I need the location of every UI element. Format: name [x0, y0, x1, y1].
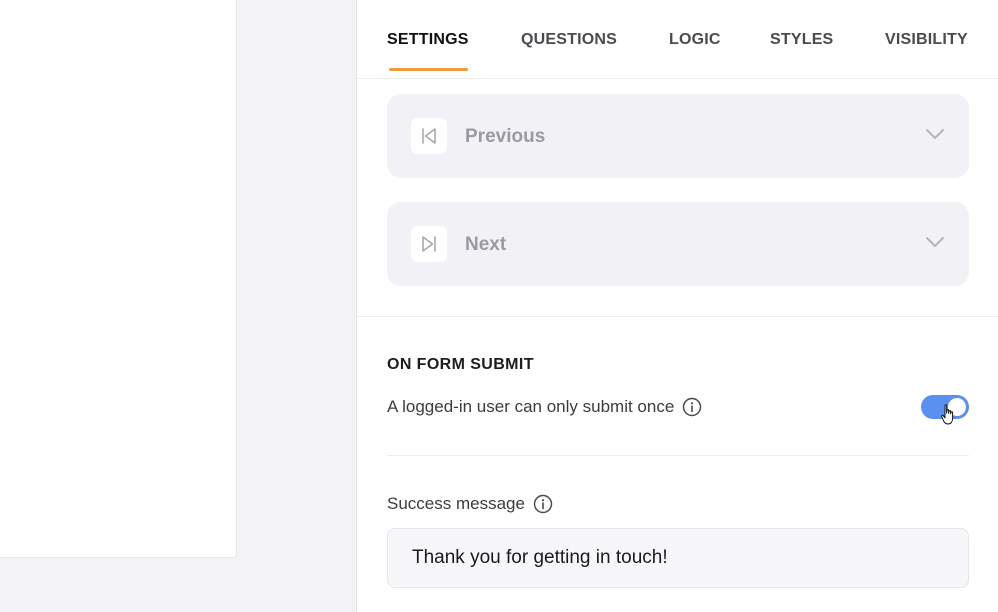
info-icon[interactable]: [533, 494, 553, 514]
chevron-down-icon[interactable]: [925, 127, 945, 146]
form-preview-card: [0, 0, 237, 558]
tab-visibility[interactable]: VISIBILITY: [885, 31, 968, 49]
previous-label: Previous: [465, 126, 546, 147]
active-tab-indicator: [389, 68, 468, 71]
info-icon[interactable]: [682, 397, 702, 417]
success-message-input[interactable]: [387, 528, 969, 588]
tab-styles[interactable]: STYLES: [770, 31, 833, 49]
tab-questions[interactable]: QUESTIONS: [521, 31, 617, 49]
single-submit-row: A logged-in user can only submit once: [387, 397, 702, 417]
skip-back-icon: [411, 118, 447, 154]
next-button-settings[interactable]: Next: [387, 202, 969, 286]
tab-logic[interactable]: LOGIC: [669, 31, 721, 49]
skip-forward-icon: [411, 226, 447, 262]
previous-button-settings[interactable]: Previous: [387, 94, 969, 178]
section-divider: [357, 316, 998, 317]
on-form-submit-heading: ON FORM SUBMIT: [387, 356, 534, 373]
success-message-row: Success message: [387, 494, 553, 514]
hand-pointer-icon: [941, 404, 955, 431]
form-canvas-area: [0, 0, 356, 612]
row-divider: [387, 455, 969, 456]
tab-settings[interactable]: SETTINGS: [387, 31, 469, 49]
tab-bar: SETTINGS QUESTIONS LOGIC STYLES VISIBILI…: [357, 0, 998, 79]
chevron-down-icon[interactable]: [925, 235, 945, 254]
single-submit-label: A logged-in user can only submit once: [387, 397, 675, 416]
next-label: Next: [465, 234, 507, 255]
settings-panel: SETTINGS QUESTIONS LOGIC STYLES VISIBILI…: [356, 0, 998, 612]
success-message-label: Success message: [387, 494, 525, 513]
